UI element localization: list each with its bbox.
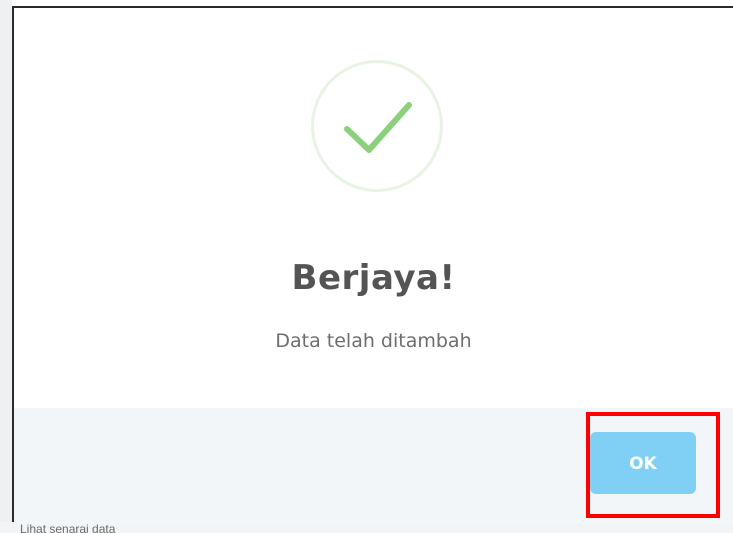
screen: Lihat senarai data Berjaya! Data telah d… [0, 0, 733, 533]
ok-button[interactable]: OK [590, 432, 696, 494]
dialog-title: Berjaya! [291, 258, 456, 298]
backdrop-left-edge [0, 0, 12, 533]
dialog-message: Data telah ditambah [275, 330, 472, 352]
success-check-icon [311, 60, 443, 192]
dialog-body: Berjaya! Data telah ditambah [14, 8, 733, 408]
checkmark-icon [344, 102, 412, 153]
